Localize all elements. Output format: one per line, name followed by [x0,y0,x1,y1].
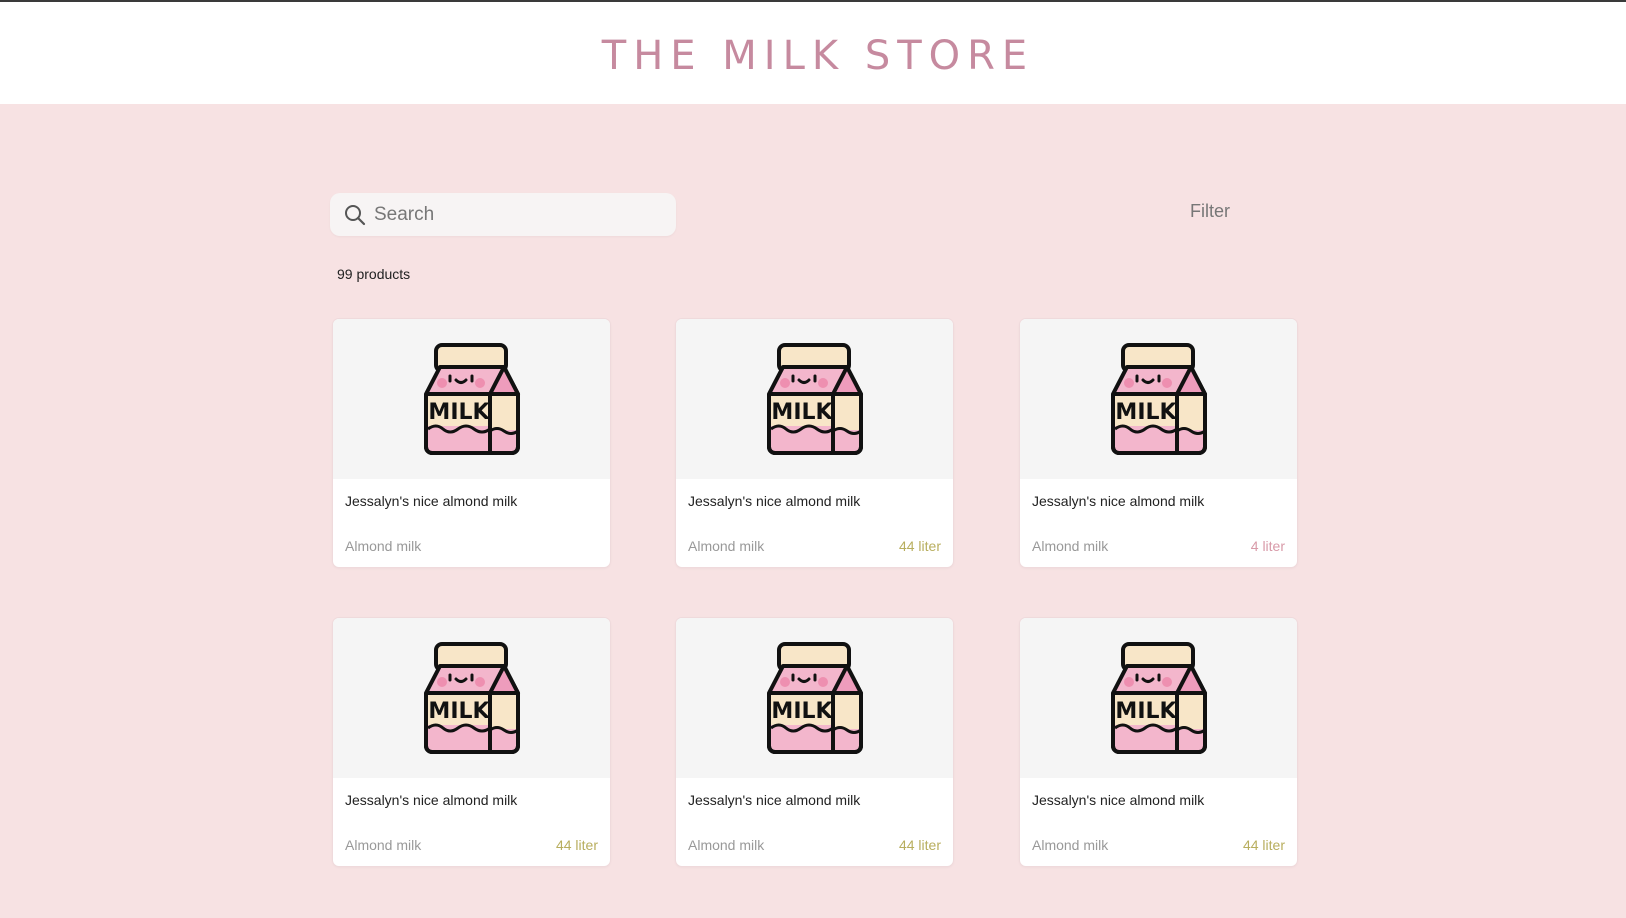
product-category: Almond milk [688,538,765,554]
product-volume: 44 liter [555,837,598,853]
milk-carton-icon: MILK [1110,343,1207,455]
product-name: Jessalyn's nice almond milk [345,792,518,808]
product-category: Almond milk [688,837,765,853]
product-card[interactable]: MILK Jessalyn's nice almond milk Almond … [333,618,610,866]
product-card[interactable]: MILK Jessalyn's nice almond milk Almond … [676,319,953,567]
product-image: MILK [1020,319,1297,479]
milk-carton-icon: MILK [1110,642,1207,754]
product-name: Jessalyn's nice almond milk [1032,792,1205,808]
product-category: Almond milk [1032,837,1109,853]
product-volume: 4 liter [1250,538,1285,554]
filter-button[interactable]: Filter [1190,201,1230,222]
milk-carton-icon: MILK [766,642,863,754]
svg-text:MILK: MILK [771,699,833,724]
milk-carton-icon: MILK [766,343,863,455]
product-image: MILK [333,618,610,778]
product-card[interactable]: MILK Jessalyn's nice almond milk Almond … [1020,618,1297,866]
svg-text:MILK: MILK [1115,400,1177,425]
svg-text:MILK: MILK [771,400,833,425]
product-volume: 44 liter [1242,837,1285,853]
product-category: Almond milk [345,538,422,554]
product-category: Almond milk [1032,538,1109,554]
product-volume: 44 liter [898,837,941,853]
product-image: MILK [676,618,953,778]
product-name: Jessalyn's nice almond milk [688,792,861,808]
product-card[interactable]: MILK Jessalyn's nice almond milk Almond … [676,618,953,866]
product-card[interactable]: MILK Jessalyn's nice almond milk Almond … [333,319,610,567]
search-box[interactable] [330,193,676,236]
product-category: Almond milk [345,837,422,853]
milk-carton-icon: MILK [423,642,520,754]
svg-text:MILK: MILK [428,400,490,425]
product-image: MILK [333,319,610,479]
product-count: 99 products [337,266,411,282]
product-card[interactable]: MILK Jessalyn's nice almond milk Almond … [1020,319,1297,567]
product-image: MILK [676,319,953,479]
svg-text:MILK: MILK [1115,699,1177,724]
search-icon [345,204,366,225]
header: THE MILK STORE [0,2,1626,104]
svg-text:MILK: MILK [428,699,490,724]
product-volume: 44 liter [898,538,941,554]
product-name: Jessalyn's nice almond milk [1032,493,1205,509]
product-name: Jessalyn's nice almond milk [345,493,518,509]
product-name: Jessalyn's nice almond milk [688,493,861,509]
product-image: MILK [1020,618,1297,778]
store-title: THE MILK STORE [601,33,1035,79]
milk-carton-icon: MILK [423,343,520,455]
search-input[interactable] [372,202,656,227]
